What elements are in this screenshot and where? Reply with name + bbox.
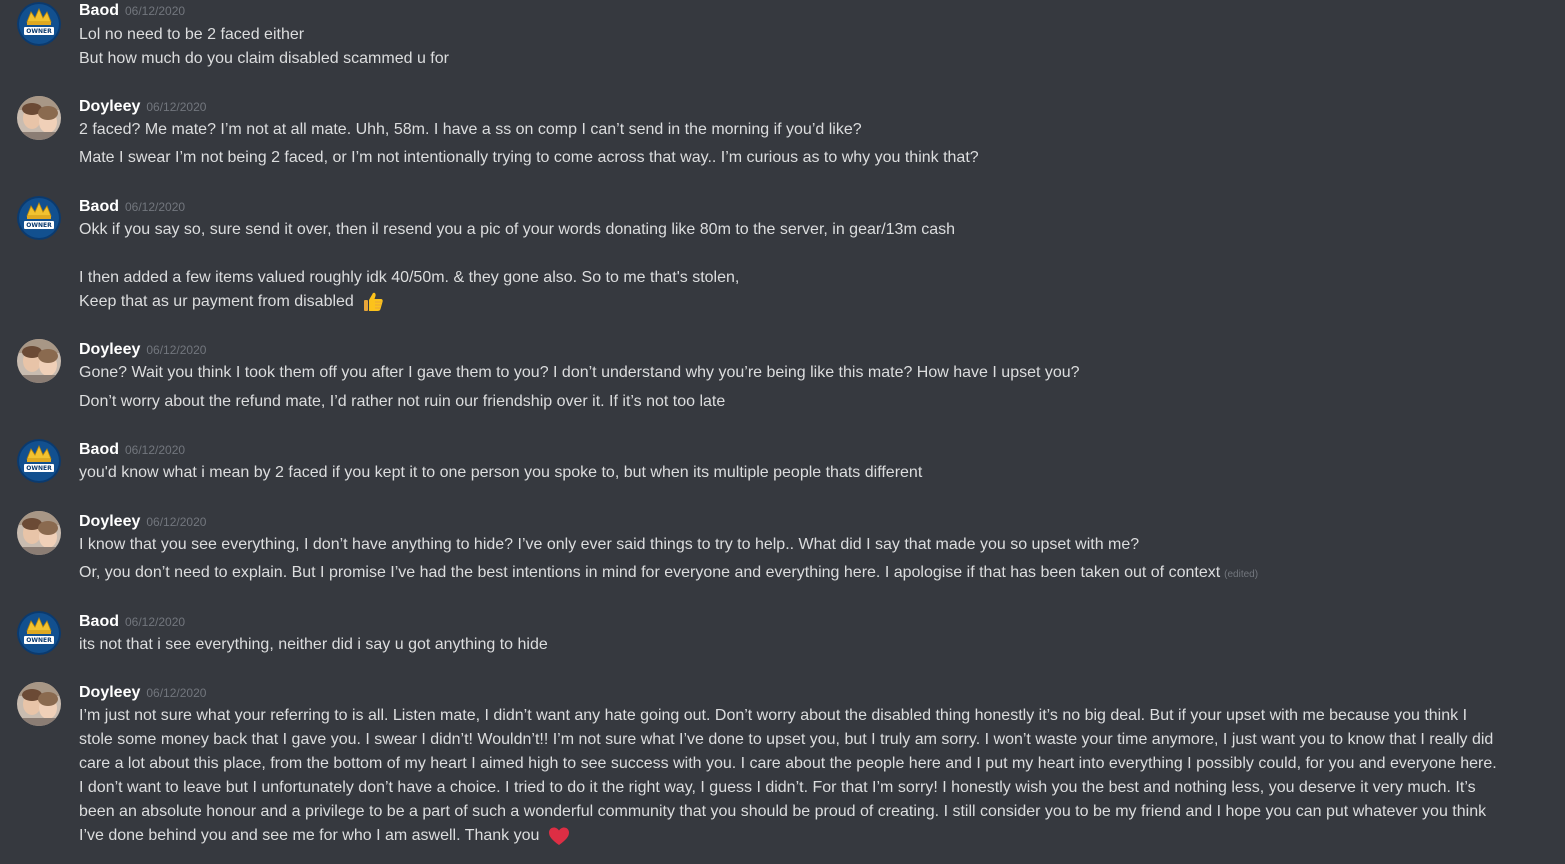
message-text: Don’t worry about the refund mate, I’d r… xyxy=(79,393,726,410)
message-text: I’m just not sure what your referring to… xyxy=(79,707,1497,845)
message-text: I then added a few items valued roughly … xyxy=(79,269,740,286)
username[interactable]: Doyleey xyxy=(79,341,140,358)
avatar[interactable]: OWNER xyxy=(17,196,61,240)
avatar[interactable] xyxy=(17,96,61,140)
avatar-badge-text: OWNER xyxy=(26,28,52,35)
avatar-badge-text: OWNER xyxy=(26,465,52,472)
photo-avatar-icon xyxy=(17,511,61,555)
photo-avatar-icon xyxy=(17,339,61,383)
message-text: I know that you see everything, I don’t … xyxy=(79,536,1140,553)
message-header: Doyleey 06/12/2020 xyxy=(79,96,206,118)
avatar-badge-text: OWNER xyxy=(26,637,52,644)
photo-avatar-icon xyxy=(17,96,61,140)
photo-avatar-icon xyxy=(17,682,61,726)
username[interactable]: Doyleey xyxy=(79,513,140,530)
avatar[interactable] xyxy=(17,339,61,383)
timestamp: 06/12/2020 xyxy=(146,100,207,114)
owner-crown-avatar-icon: OWNER xyxy=(17,439,61,483)
username[interactable]: Baod xyxy=(79,613,119,630)
message-header: Doyleey 06/12/2020 xyxy=(79,511,206,533)
thumbs-up-icon xyxy=(364,292,383,311)
message-text: Lol no need to be 2 faced either xyxy=(79,26,305,43)
avatar[interactable] xyxy=(17,511,61,555)
chat-message-list: OWNER Baod 06/12/2020 Lol no need to be 2… xyxy=(0,0,1565,864)
timestamp: 06/12/2020 xyxy=(125,200,186,214)
message-header: Doyleey 06/12/2020 xyxy=(79,339,206,361)
message-text: Gone? Wait you think I took them off you… xyxy=(79,364,1080,381)
timestamp: 06/12/2020 xyxy=(125,615,186,629)
avatar-badge-text: OWNER xyxy=(26,222,52,229)
avatar[interactable]: OWNER xyxy=(17,611,61,655)
timestamp: 06/12/2020 xyxy=(146,515,207,529)
message-text: 2 faced? Me mate? I’m not at all mate. U… xyxy=(79,121,862,138)
message-header: Baod 06/12/2020 xyxy=(79,439,185,461)
message-text: Okk if you say so, sure send it over, th… xyxy=(79,221,956,238)
username[interactable]: Baod xyxy=(79,2,119,19)
message-text: Or, you don’t need to explain. But I pro… xyxy=(79,564,1221,581)
timestamp: 06/12/2020 xyxy=(125,443,186,457)
owner-crown-avatar-icon: OWNER xyxy=(17,196,61,240)
message-text: its not that i see everything, neither d… xyxy=(79,636,548,653)
username[interactable]: Baod xyxy=(79,441,119,458)
username[interactable]: Doyleey xyxy=(79,98,140,115)
message-text-with-emoji: I’m just not sure what your referring to… xyxy=(79,704,1504,848)
timestamp: 06/12/2020 xyxy=(146,686,207,700)
timestamp: 06/12/2020 xyxy=(125,4,186,18)
message-text: But how much do you claim disabled scamm… xyxy=(79,50,449,67)
edited-label: (edited) xyxy=(1224,569,1259,580)
owner-crown-avatar-icon: OWNER xyxy=(17,611,61,655)
message-header: Doyleey 06/12/2020 xyxy=(79,682,206,704)
message-header: Baod 06/12/2020 xyxy=(79,196,185,218)
owner-crown-avatar-icon: OWNER xyxy=(17,2,61,46)
message-text-edited: Or, you don’t need to explain. But I pro… xyxy=(79,561,1519,587)
message-text: Mate I swear I’m not being 2 faced, or I… xyxy=(79,149,979,166)
avatar[interactable] xyxy=(17,682,61,726)
username[interactable]: Doyleey xyxy=(79,684,140,701)
avatar[interactable]: OWNER xyxy=(17,439,61,483)
avatar[interactable]: OWNER xyxy=(17,2,61,46)
message-text: Keep that as ur payment from disabled xyxy=(79,293,354,311)
message-text: you'd know what i mean by 2 faced if you… xyxy=(79,464,923,481)
timestamp: 06/12/2020 xyxy=(146,343,207,357)
username[interactable]: Baod xyxy=(79,198,119,215)
message-header: Baod 06/12/2020 xyxy=(79,0,185,22)
red-heart-icon xyxy=(548,827,569,845)
message-text-with-emoji: Keep that as ur payment from disabled xyxy=(79,290,1519,314)
message-header: Baod 06/12/2020 xyxy=(79,611,185,633)
